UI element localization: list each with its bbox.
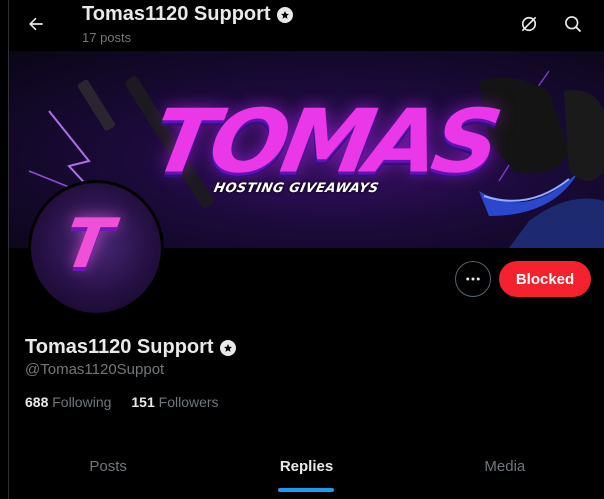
verified-badge-icon [276,6,293,23]
banner-logo-subtext: HOSTING GIVEAWAYS [212,181,381,196]
avatar-image: T [31,183,161,313]
profile-stats: 688 Following 151 Followers [25,394,219,410]
verified-badge-icon[interactable] [219,339,236,356]
followers-count: 151 [131,394,155,410]
tab-media[interactable]: Media [406,440,604,492]
avatar-letter: T [58,205,119,284]
header-title: Tomas1120 Support [82,3,293,26]
following-label: Following [52,394,112,410]
following-count: 688 [25,394,49,410]
following-link[interactable]: 688 Following [25,394,111,410]
profile-tabs: Posts Replies Media [9,440,604,492]
followers-label: Followers [158,394,219,410]
tab-posts[interactable]: Posts [9,440,207,492]
avatar[interactable]: T [28,180,164,316]
tab-posts-label: Posts [89,457,127,475]
profile-name-row: Tomas1120 Support [25,336,236,359]
more-options-button[interactable] [455,261,491,297]
header-name: Tomas1120 Support [82,3,271,25]
profile-name: Tomas1120 Support [25,336,214,358]
more-dots-icon [466,277,480,281]
tab-replies-label: Replies [279,457,334,475]
profile-handle: @Tomas1120Suppot [25,361,165,378]
grok-icon[interactable] [517,12,541,36]
followers-link[interactable]: 151 Followers [131,394,218,410]
header-post-count: 17 posts [82,30,132,45]
tab-media-label: Media [484,457,526,475]
blocked-button[interactable]: Blocked [499,261,591,297]
active-tab-indicator [278,488,335,492]
back-arrow-icon[interactable] [24,12,48,36]
tab-replies[interactable]: Replies [207,440,405,492]
search-icon[interactable] [561,12,585,36]
banner-logo-text: TOMAS [145,90,504,193]
